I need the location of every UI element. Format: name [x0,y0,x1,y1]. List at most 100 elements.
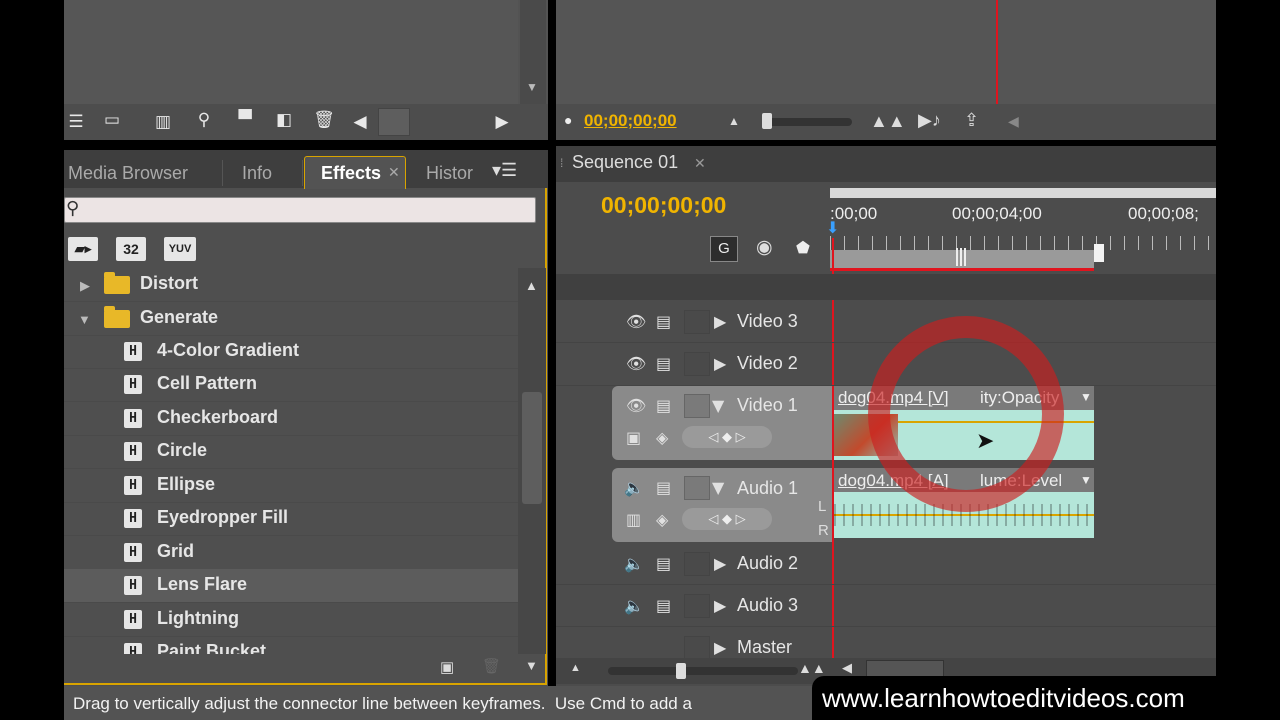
show-keyframes-icon[interactable]: ◈ [656,428,668,447]
find-icon[interactable]: ⚲ [192,110,216,130]
export-icon[interactable]: ⇪ [964,110,979,131]
sync-lock-icon[interactable]: ▤ [656,354,671,373]
sync-lock-icon[interactable]: ▤ [656,596,671,615]
lock-track-box[interactable] [684,394,710,418]
keyframe-nav[interactable]: ◁ ◆ ▷ [682,426,772,448]
tab-info[interactable]: Info [242,158,272,188]
effect-item[interactable]: H Grid [64,536,518,570]
speaker-icon[interactable]: 🔈 [624,554,644,573]
effect-item[interactable]: H Paint Bucket [64,636,518,654]
toggle-track-output-icon[interactable]: 👁 [626,312,646,331]
32-bit-effects-button[interactable]: 32 [116,237,146,261]
effect-icon: H [124,509,142,528]
tab-sequence-01[interactable]: Sequence 01 [572,152,678,173]
set-display-style-icon[interactable]: ▣ [626,428,641,447]
sync-lock-icon[interactable]: ▤ [656,312,671,331]
collapse-track-icon[interactable]: ▼ [712,396,724,415]
audio-scrub-icon[interactable]: ▶♪ [918,110,941,131]
zoom-in-icon[interactable]: ▲▲ [870,111,906,132]
effect-item[interactable]: H 4-Color Gradient [64,335,518,369]
panel-menu-icon[interactable]: ▾☰ [492,160,517,181]
work-area-bar[interactable] [830,188,1216,198]
close-icon[interactable]: ✕ [388,164,400,181]
timeline-zoom-slider[interactable] [608,663,798,679]
folder-generate[interactable]: ▼ Generate [64,302,518,336]
new-custom-bin-icon[interactable]: ▣ [440,658,454,676]
folder-distort[interactable]: ▶ Distort [64,268,518,302]
effect-item-selected[interactable]: H Lens Flare [64,569,518,603]
monitor-timecode[interactable]: 00;00;00;00 [584,111,677,131]
add-marker-icon[interactable]: ⬟ [796,238,810,258]
marker-icon[interactable]: ● [564,112,572,128]
timeline-scroll-left-icon[interactable]: ◀ [842,660,852,676]
sequence-timecode[interactable]: 00;00;00;00 [601,192,726,219]
zoom-in-icon[interactable]: ▲▲ [798,660,826,676]
scroll-left-icon[interactable]: ◀ [350,112,370,132]
tab-media-browser[interactable]: Media Browser [68,158,188,188]
zoom-slider[interactable] [762,113,852,129]
zoom-out-icon[interactable]: ▲ [570,662,581,674]
expand-track-icon[interactable]: ▶ [714,596,726,615]
yuv-effects-button[interactable]: YUV [164,237,196,261]
close-icon[interactable]: ✕ [694,155,706,172]
lock-track-box[interactable] [684,352,710,376]
effect-item[interactable]: H Lightning [64,603,518,637]
effect-item[interactable]: H Cell Pattern [64,368,518,402]
chevron-down-icon[interactable]: ▼ [1080,473,1092,487]
tab-effects[interactable]: Effects [321,158,381,188]
accelerated-effects-button[interactable]: ▰▸ [68,237,98,261]
waveform-display-icon[interactable]: ▥ [626,510,641,529]
toggle-track-output-icon[interactable]: 👁 [626,354,646,373]
zoom-out-icon[interactable]: ▲ [728,114,740,128]
collapse-track-icon[interactable]: ▼ [712,478,724,497]
track-label: Audio 1 [737,478,799,498]
time-ruler[interactable]: :00;00 00;00;04;00 00;00;08; [830,188,1216,272]
lock-track-box[interactable] [684,476,710,500]
collapse-arrow-icon[interactable]: ▼ [78,312,91,327]
new-item-icon[interactable]: ◧ [272,110,296,130]
effect-item[interactable]: H Checkerboard [64,402,518,436]
expand-track-icon[interactable]: ▶ [714,638,726,657]
playhead-marker-icon[interactable]: ⬇ [826,218,839,238]
scroll-thumb[interactable] [522,392,542,504]
icon-view-icon[interactable]: ▭ [100,110,124,130]
monitor-scroll-left-icon[interactable]: ◀ [1008,113,1019,130]
sync-lock-icon[interactable]: ▤ [656,478,671,497]
effect-item[interactable]: H Ellipse [64,469,518,503]
scroll-down-icon[interactable]: ▼ [525,658,538,673]
tab-history[interactable]: Histor [426,158,473,188]
snap-icon[interactable]: G [710,236,738,262]
lock-track-box[interactable] [684,310,710,334]
scroll-up-icon[interactable]: ▲ [525,278,538,293]
effect-item[interactable]: H Eyedropper Fill [64,502,518,536]
effect-item[interactable]: H Circle [64,435,518,469]
sync-lock-icon[interactable]: ▤ [656,396,671,415]
lock-track-box[interactable] [684,636,710,660]
toggle-track-output-icon[interactable]: 👁 [626,396,646,415]
automate-to-sequence-icon[interactable]: ▥ [148,112,178,132]
expand-arrow-icon[interactable]: ▶ [80,278,90,294]
scrollbar-vertical[interactable]: ▼ [520,0,546,104]
chevron-down-icon[interactable]: ▼ [1080,390,1092,404]
expand-track-icon[interactable]: ▶ [714,354,726,373]
lock-track-box[interactable] [684,594,710,618]
expand-track-icon[interactable]: ▶ [714,312,726,331]
range-end-handle[interactable] [1094,244,1104,262]
link-icon[interactable]: ◉ [756,236,773,259]
search-input[interactable] [64,197,536,223]
new-bin-icon[interactable]: ▀ [232,110,258,130]
lock-track-box[interactable] [684,552,710,576]
horizontal-scrollbar[interactable] [378,108,410,136]
speaker-icon[interactable]: 🔈 [624,596,644,615]
zoom-grip[interactable] [956,248,968,266]
keyframe-nav[interactable]: ◁ ◆ ▷ [682,508,772,530]
sync-lock-icon[interactable]: ▤ [656,554,671,573]
clear-icon[interactable]: 🗑 [312,110,336,130]
list-view-icon[interactable]: ☰ [64,112,88,132]
effects-scrollbar[interactable]: ▲ ▼ [518,268,546,673]
expand-track-icon[interactable]: ▶ [714,554,726,573]
speaker-icon[interactable]: 🔈 [624,478,644,497]
scroll-right-icon[interactable]: ▶ [492,112,512,132]
show-keyframes-icon[interactable]: ◈ [656,510,668,529]
tab-grip-icon[interactable]: ⁞ [560,156,563,170]
